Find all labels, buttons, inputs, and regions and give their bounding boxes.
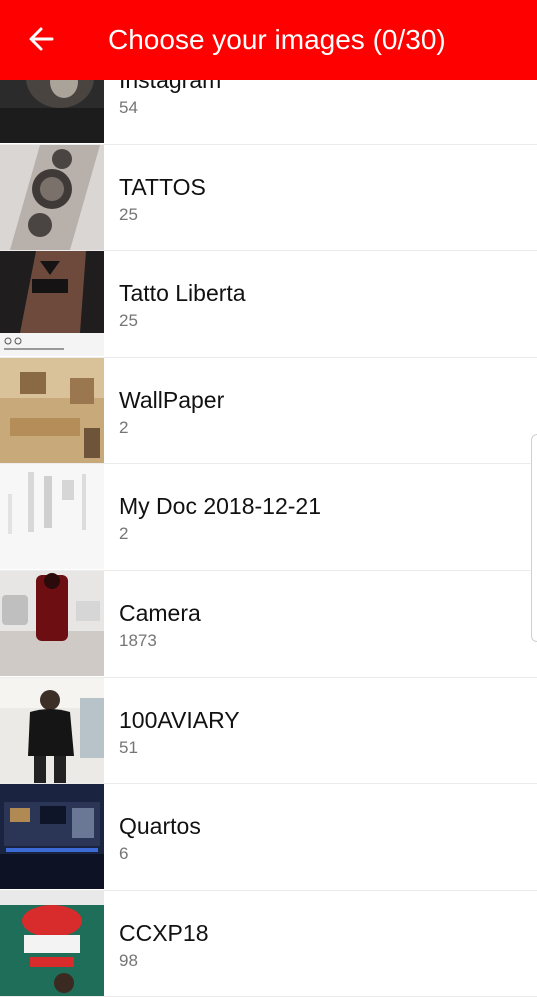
album-name: CCXP18 <box>119 919 209 946</box>
album-count: 25 <box>119 204 138 224</box>
album-row-quartos[interactable]: Quartos 6 <box>0 784 537 891</box>
album-count: 2 <box>119 524 129 544</box>
app-bar: Choose your images (0/30) <box>0 0 537 80</box>
album-thumbnail <box>0 144 104 250</box>
album-name: My Doc 2018-12-21 <box>119 493 321 520</box>
album-count: 25 <box>119 311 138 331</box>
album-thumbnail <box>0 677 104 783</box>
album-row-100aviary[interactable]: 100AVIARY 51 <box>0 677 537 785</box>
album-row-wallpaper[interactable]: WallPaper 2 <box>0 357 537 465</box>
album-count: 1873 <box>119 630 157 650</box>
album-row-tatto-liberta[interactable]: Tatto Liberta 25 <box>0 251 537 358</box>
album-row-tattos[interactable]: TATTOS 25 <box>0 144 537 252</box>
album-thumbnail <box>0 570 104 676</box>
album-count: 2 <box>119 417 129 437</box>
album-count: 98 <box>119 950 138 970</box>
album-row-ccxp18[interactable]: CCXP18 98 <box>0 890 537 997</box>
album-thumbnail <box>0 890 104 996</box>
album-name: WallPaper <box>119 386 225 413</box>
page-title: Choose your images (0/30) <box>108 24 446 55</box>
album-thumbnail <box>0 357 104 463</box>
album-thumbnail <box>0 784 104 890</box>
album-name: Camera <box>119 599 201 626</box>
album-row-camera[interactable]: Camera 1873 <box>0 570 537 678</box>
album-count: 51 <box>119 737 138 757</box>
album-row-my-doc[interactable]: My Doc 2018-12-21 2 <box>0 464 537 571</box>
arrow-left-icon <box>29 27 54 51</box>
album-thumbnail <box>0 464 104 570</box>
album-count: 6 <box>119 844 129 864</box>
album-list: Instagram 54 TATTOS 25 Tatto Liberta 25 … <box>0 38 537 997</box>
album-thumbnail <box>0 251 104 357</box>
album-name: 100AVIARY <box>119 706 240 733</box>
album-name: Tatto Liberta <box>119 280 246 307</box>
back-button[interactable] <box>26 24 56 54</box>
scroll-edge-handle[interactable] <box>531 434 537 642</box>
album-name: TATTOS <box>119 173 206 200</box>
album-count: 54 <box>119 98 138 117</box>
album-name: Quartos <box>119 813 201 840</box>
